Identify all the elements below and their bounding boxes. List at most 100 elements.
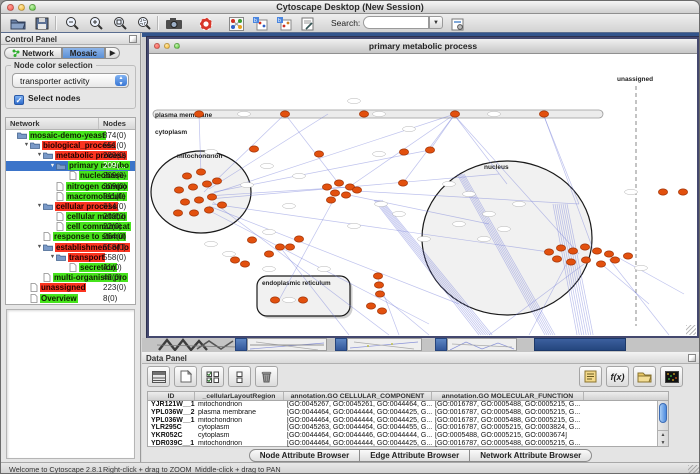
view-resize-grip[interactable] [686, 325, 696, 335]
node-label-capsule[interactable] [463, 191, 476, 196]
zoom-out-icon[interactable] [61, 15, 83, 32]
network-node[interactable] [374, 282, 383, 288]
background-window-fragment[interactable] [335, 338, 347, 351]
background-window-fragment[interactable] [235, 338, 247, 351]
node-label-capsule[interactable] [241, 182, 254, 187]
tree-row[interactable]: nucleobase-209(0) [6, 171, 135, 181]
close-window-icon[interactable] [7, 4, 14, 11]
formula-notes-icon[interactable] [579, 366, 602, 387]
scrollbar-arrows[interactable]: ▲▼ [658, 430, 668, 446]
tree-row[interactable]: macromolecule311(0) [6, 191, 135, 201]
layout-a-icon[interactable]: b [249, 15, 271, 32]
node-label-capsule[interactable] [498, 226, 511, 231]
network-node[interactable] [592, 248, 601, 254]
table-cell[interactable]: [GO:0016787, GO:0005215, GO:0003824, G..… [432, 424, 584, 432]
network-node[interactable] [202, 181, 211, 187]
import-attributes-icon[interactable] [633, 366, 656, 387]
network-node[interactable] [270, 297, 279, 303]
network-node[interactable] [180, 199, 189, 205]
network-node[interactable] [581, 257, 590, 263]
node-label-capsule[interactable] [263, 229, 276, 234]
network-node[interactable] [212, 178, 221, 184]
network-canvas[interactable]: plasma membrane cytoplasm mitochondrion … [149, 54, 697, 336]
node-label-capsule[interactable] [393, 211, 406, 216]
node-label-capsule[interactable] [488, 111, 501, 116]
network-node[interactable] [658, 189, 667, 195]
attribute-select-icon[interactable] [147, 366, 170, 387]
node-label-capsule[interactable] [625, 189, 638, 194]
node-label-capsule[interactable] [263, 266, 276, 271]
table-cell[interactable]: [GO:0044464, GO:0044446, GO:0044444, G..… [284, 432, 432, 440]
network-node[interactable] [204, 207, 213, 213]
edge[interactable] [380, 294, 429, 335]
table-cell[interactable]: [GO:0044464, GO:0044444, GO:0044425, G..… [284, 409, 432, 417]
node-label-capsule[interactable] [293, 173, 306, 178]
search-options-icon[interactable] [447, 15, 469, 32]
zoom-view-icon[interactable] [174, 43, 180, 49]
edge[interactable] [619, 258, 684, 294]
tree-row[interactable]: ▼establishment of lo558(0) [6, 242, 135, 252]
edge[interactable] [209, 114, 328, 189]
table-column-header[interactable]: annotation.GO MOLECULAR_FUNCTION [432, 392, 584, 400]
network-node[interactable] [580, 244, 589, 250]
tree-row[interactable]: response to stimul264(0) [6, 232, 135, 242]
tree-row[interactable]: nitrogen compo209(0) [6, 181, 135, 191]
network-node[interactable] [352, 187, 361, 193]
network-node[interactable] [604, 251, 613, 257]
background-window-fragment[interactable] [435, 338, 447, 351]
network-node[interactable] [285, 244, 294, 250]
tab-edge-attribute-browser[interactable]: Edge Attribute Browser [360, 449, 470, 462]
tab-network[interactable]: Network [4, 47, 62, 59]
more-tabs-icon[interactable]: ▶ [105, 47, 120, 59]
table-cell[interactable]: YKR052C [148, 432, 195, 440]
select-nodes-checkbox[interactable]: ✓ [14, 95, 24, 105]
network-node[interactable] [373, 273, 382, 279]
network-node[interactable] [377, 308, 386, 314]
node-label-capsule[interactable] [453, 221, 466, 226]
layout-b-icon[interactable]: b [273, 15, 295, 32]
table-cell[interactable]: [GO:0045263, GO:0044464, GO:0044455, G..… [284, 424, 432, 432]
network-node[interactable] [678, 189, 687, 195]
table-cell[interactable]: YPL036W__1 [148, 417, 195, 425]
node-label-capsule[interactable] [348, 223, 361, 228]
tree-row[interactable]: secretion41(0) [6, 262, 135, 272]
float-panel-icon[interactable] [129, 35, 137, 43]
network-node[interactable] [188, 184, 197, 190]
network-node[interactable] [173, 210, 182, 216]
table-cell[interactable]: [GO:0044464, GO:0044444, GO:0044425, G..… [284, 417, 432, 425]
node-label-capsule[interactable] [373, 151, 386, 156]
expander-icon[interactable]: ▼ [36, 203, 43, 209]
network-node[interactable] [425, 147, 434, 153]
expander-icon[interactable]: ▼ [36, 152, 43, 158]
node-label-capsule[interactable] [223, 251, 236, 256]
table-cell[interactable]: cytoplasm [195, 424, 284, 432]
table-row[interactable]: YLR295Ccytoplasm[GO:0045263, GO:0044464,… [148, 424, 668, 432]
new-attribute-icon[interactable] [174, 366, 197, 387]
tree-row[interactable]: multi-organism pro42(0) [6, 273, 135, 283]
table-cell[interactable]: mitochondrion [195, 440, 284, 448]
formula-builder-icon[interactable]: f(x) [606, 366, 629, 387]
background-window-titlebar[interactable] [534, 338, 626, 351]
tab-node-attribute-browser[interactable]: Node Attribute Browser [249, 449, 361, 462]
table-column-header[interactable]: annotation.GO CELLULAR_COMPONENT [284, 392, 432, 400]
edge[interactable] [211, 114, 455, 194]
network-node[interactable] [314, 151, 323, 157]
zoom-fit-icon[interactable] [109, 15, 131, 32]
node-label-capsule[interactable] [283, 203, 296, 208]
network-node[interactable] [398, 180, 407, 186]
table-cell[interactable]: plasma membrane [195, 409, 284, 417]
network-node[interactable] [264, 251, 273, 257]
tree-row[interactable]: ▼metabolic process280(0) [6, 150, 135, 160]
help-icon[interactable] [195, 15, 217, 32]
network-node[interactable] [566, 259, 575, 265]
network-node[interactable] [552, 256, 561, 262]
table-row[interactable]: YPL036W__2plasma membrane[GO:0044464, GO… [148, 409, 668, 417]
node-label-capsule[interactable] [513, 201, 526, 206]
node-label-capsule[interactable] [205, 149, 218, 154]
network-node[interactable] [623, 253, 632, 259]
network-node[interactable] [544, 249, 553, 255]
table-cell[interactable]: [GO:0016787, GO:0005488, GO:0005215, G..… [432, 401, 584, 409]
network-node[interactable] [207, 194, 216, 200]
network-node[interactable] [194, 197, 203, 203]
tree-row[interactable]: mosaic-demo-yeast874(0) [6, 130, 135, 140]
